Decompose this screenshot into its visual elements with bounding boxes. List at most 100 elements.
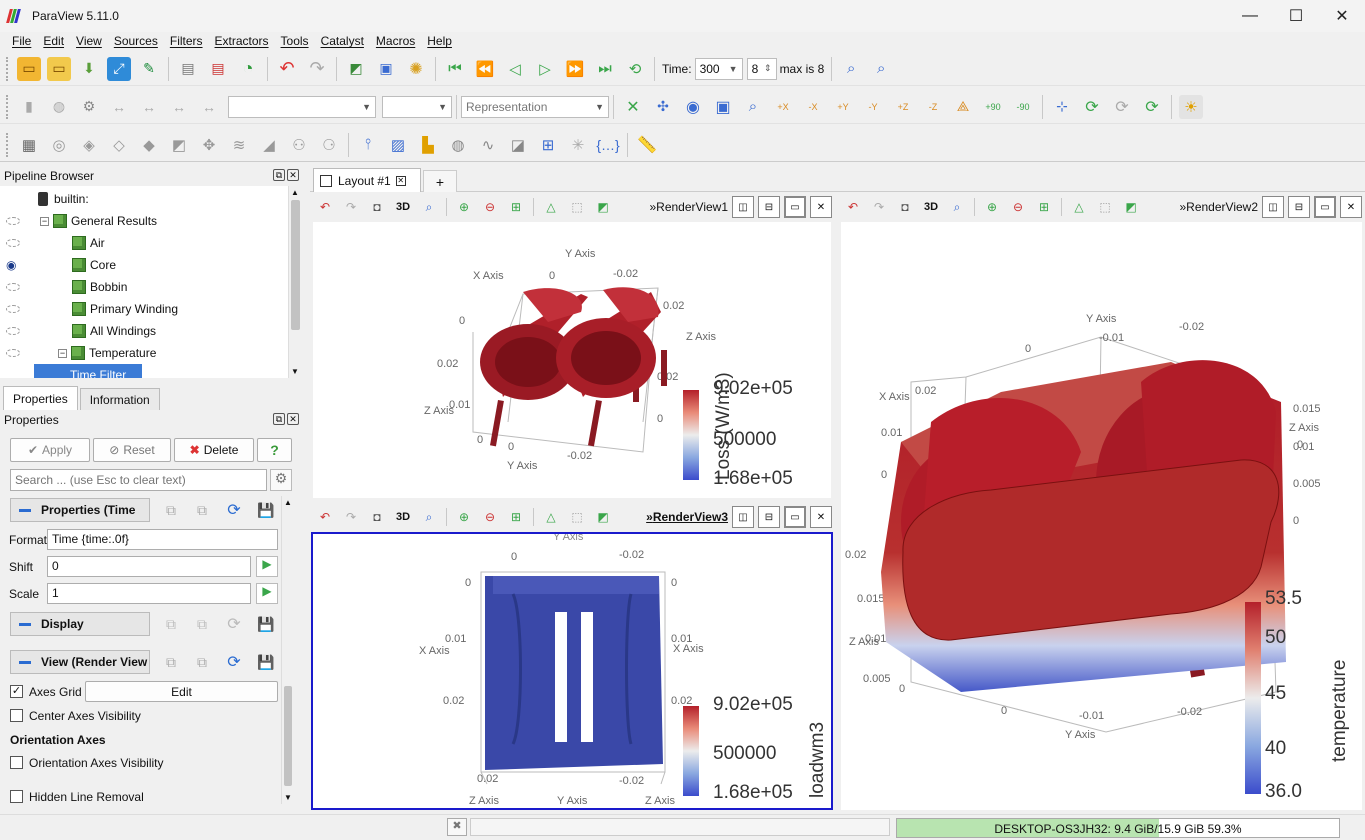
reset-center-icon[interactable]: ⟳ bbox=[1110, 95, 1134, 119]
rotate-minus-90-icon[interactable]: -90 bbox=[1011, 95, 1035, 119]
toggle-3d-button[interactable]: 3D bbox=[921, 197, 941, 217]
pipeline-item-core[interactable]: ◉ Core bbox=[0, 254, 116, 276]
eye-hidden-icon[interactable] bbox=[6, 217, 20, 225]
timer-icon[interactable]: ◔ bbox=[236, 57, 260, 81]
minimize-button[interactable]: — bbox=[1227, 0, 1273, 32]
center-axes-checkbox[interactable] bbox=[10, 709, 23, 722]
paste-display-icon[interactable]: ⧉ bbox=[190, 612, 214, 636]
close-panel-icon[interactable]: ✕ bbox=[287, 413, 299, 425]
properties-search-input[interactable] bbox=[10, 469, 267, 491]
axes-grid-checkbox[interactable]: ✓ bbox=[10, 685, 23, 698]
connect-icon[interactable]: ⤢ bbox=[107, 56, 131, 81]
memory-indicator[interactable]: DESKTOP-OS3JH32: 9.4 GiB/15.9 GiB 59.3% bbox=[896, 818, 1340, 838]
menu-file[interactable]: File bbox=[12, 34, 31, 48]
menu-catalyst[interactable]: Catalyst bbox=[321, 34, 364, 48]
delete-button[interactable]: ✖ Delete bbox=[174, 438, 254, 462]
mesh-icon[interactable]: ✳ bbox=[566, 133, 590, 157]
close-button[interactable]: ✕ bbox=[1319, 0, 1365, 32]
section-properties-toggle[interactable]: Properties (Time bbox=[10, 498, 150, 522]
screenshot-camera-icon[interactable]: ◘ bbox=[367, 507, 387, 527]
previous-frame-icon[interactable]: ⏪ bbox=[473, 57, 497, 81]
shift-play-icon[interactable]: ▶ bbox=[256, 556, 278, 577]
menu-tools[interactable]: Tools bbox=[281, 34, 309, 48]
paste-properties-icon[interactable]: ⧉ bbox=[190, 498, 214, 522]
next-frame-icon[interactable]: ⏩ bbox=[563, 57, 587, 81]
interactive-select-icon[interactable]: ⬚ bbox=[567, 197, 587, 217]
close-view-button[interactable]: ✕ bbox=[810, 196, 832, 218]
menu-sources[interactable]: Sources bbox=[114, 34, 158, 48]
pipeline-item-primary-winding[interactable]: Primary Winding bbox=[0, 298, 178, 320]
zoom-data-icon[interactable]: ▣ bbox=[711, 95, 735, 119]
camera-plus-z-icon[interactable]: +Z bbox=[891, 95, 915, 119]
hover-icon[interactable]: ◩ bbox=[593, 197, 613, 217]
time-combo[interactable]: 300 ▼ bbox=[694, 57, 743, 80]
zoom-to-box-icon[interactable]: ◉ bbox=[681, 95, 705, 119]
eye-hidden-icon[interactable] bbox=[6, 349, 20, 357]
interactive-select-icon[interactable]: ⬚ bbox=[567, 507, 587, 527]
contour-icon[interactable]: ◎ bbox=[47, 133, 71, 157]
histogram-icon[interactable]: ▙ bbox=[416, 133, 440, 157]
scale-play-icon[interactable]: ▶ bbox=[256, 583, 278, 604]
server-icon[interactable]: ▣ bbox=[374, 57, 398, 81]
pipeline-item-time-filter[interactable]: Time Filter bbox=[34, 364, 142, 378]
renderview2-name[interactable]: »RenderView2 bbox=[1179, 200, 1258, 214]
interactive-select-icon[interactable]: ⬚ bbox=[1095, 197, 1115, 217]
close-view-button[interactable]: ✕ bbox=[810, 506, 832, 528]
scale-input[interactable]: 1 bbox=[47, 583, 251, 604]
split-horizontal-button[interactable]: ◫ bbox=[1262, 196, 1284, 218]
select-frustum-icon[interactable]: ⊞ bbox=[506, 507, 526, 527]
loop-icon[interactable]: ⟲ bbox=[623, 57, 647, 81]
probe-location-icon[interactable]: ▨ bbox=[386, 133, 410, 157]
capture-redo-icon[interactable]: ↷ bbox=[869, 197, 889, 217]
format-input[interactable]: Time {time:.0f} bbox=[47, 529, 278, 550]
zoom-closest-icon[interactable]: ⌕ bbox=[869, 57, 893, 81]
menu-extractors[interactable]: Extractors bbox=[215, 34, 269, 48]
section-display-toggle[interactable]: Display bbox=[10, 612, 150, 636]
select-cells-on-icon[interactable]: ⊕ bbox=[454, 507, 474, 527]
redo-icon[interactable]: ↷ bbox=[305, 57, 329, 81]
group-datasets-icon[interactable]: ⚇ bbox=[287, 133, 311, 157]
reverse-play-icon[interactable]: ◁ bbox=[503, 57, 527, 81]
maximize-view-button[interactable]: ▭ bbox=[1314, 196, 1336, 218]
add-layout-tab-button[interactable]: + bbox=[423, 170, 457, 192]
renderview3-name[interactable]: »RenderView3 bbox=[646, 510, 728, 524]
select-polygon-icon[interactable]: △ bbox=[1069, 197, 1089, 217]
first-frame-icon[interactable]: ⏮ bbox=[443, 57, 467, 81]
split-vertical-button[interactable]: ⊟ bbox=[758, 196, 780, 218]
select-frustum-icon[interactable]: ⊞ bbox=[1034, 197, 1054, 217]
eye-hidden-icon[interactable] bbox=[6, 305, 20, 313]
select-polygon-icon[interactable]: △ bbox=[541, 507, 561, 527]
menu-macros[interactable]: Macros bbox=[376, 34, 415, 48]
save-data-icon[interactable]: ▤ bbox=[176, 57, 200, 81]
isometric-view-icon[interactable]: ⟁ bbox=[951, 95, 975, 119]
representation-combo[interactable]: Representation ▼ bbox=[461, 95, 609, 118]
camera-minus-x-icon[interactable]: -X bbox=[801, 95, 825, 119]
split-horizontal-button[interactable]: ◫ bbox=[732, 196, 754, 218]
play-icon[interactable]: ▷ bbox=[533, 57, 557, 81]
copy-view-icon[interactable]: ⧉ bbox=[159, 650, 183, 674]
reset-camera-closest-icon[interactable]: ✣ bbox=[651, 95, 675, 119]
renderview1-canvas[interactable]: Y Axis X Axis Z Axis Z Axis Y Axis 0.02 … bbox=[313, 222, 831, 498]
screenshot-camera-icon[interactable]: ◘ bbox=[895, 197, 915, 217]
light-kit-icon[interactable]: ☀ bbox=[1179, 94, 1203, 119]
rescale-range-icon[interactable]: ↔ bbox=[107, 95, 131, 119]
zoom-view-icon[interactable]: ⌕ bbox=[419, 197, 439, 217]
close-panel-icon[interactable]: ✕ bbox=[287, 169, 299, 181]
menu-help[interactable]: Help bbox=[427, 34, 452, 48]
timestep-spinbox[interactable]: 8 ⇕ bbox=[746, 57, 777, 80]
capture-icon[interactable]: ↶ bbox=[315, 507, 335, 527]
layout-tab[interactable]: Layout #1 ✕ bbox=[313, 168, 421, 192]
maximize-view-button[interactable]: ▭ bbox=[784, 196, 806, 218]
restore-defaults-icon[interactable]: ⟳ bbox=[222, 498, 246, 522]
properties-scrollbar[interactable]: ▲ ▼ bbox=[281, 496, 293, 804]
maximize-button[interactable]: ☐ bbox=[1273, 0, 1319, 32]
python-braces-icon[interactable]: {…} bbox=[596, 133, 620, 157]
renderview3-canvas[interactable]: Y Axis 0 -0.02 0 0 0.01 0.01 X Axis X Ax… bbox=[311, 531, 833, 810]
select-frustum-icon[interactable]: ⊞ bbox=[506, 197, 526, 217]
rotate-center-icon[interactable]: ⟳ bbox=[1140, 95, 1164, 119]
save-view-icon[interactable]: 💾 bbox=[254, 650, 278, 674]
close-tab-icon[interactable]: ✕ bbox=[395, 175, 406, 186]
tab-properties[interactable]: Properties bbox=[3, 386, 78, 410]
plot-data-icon[interactable]: ◍ bbox=[446, 133, 470, 157]
pipeline-item-temperature[interactable]: − Temperature bbox=[0, 342, 156, 364]
